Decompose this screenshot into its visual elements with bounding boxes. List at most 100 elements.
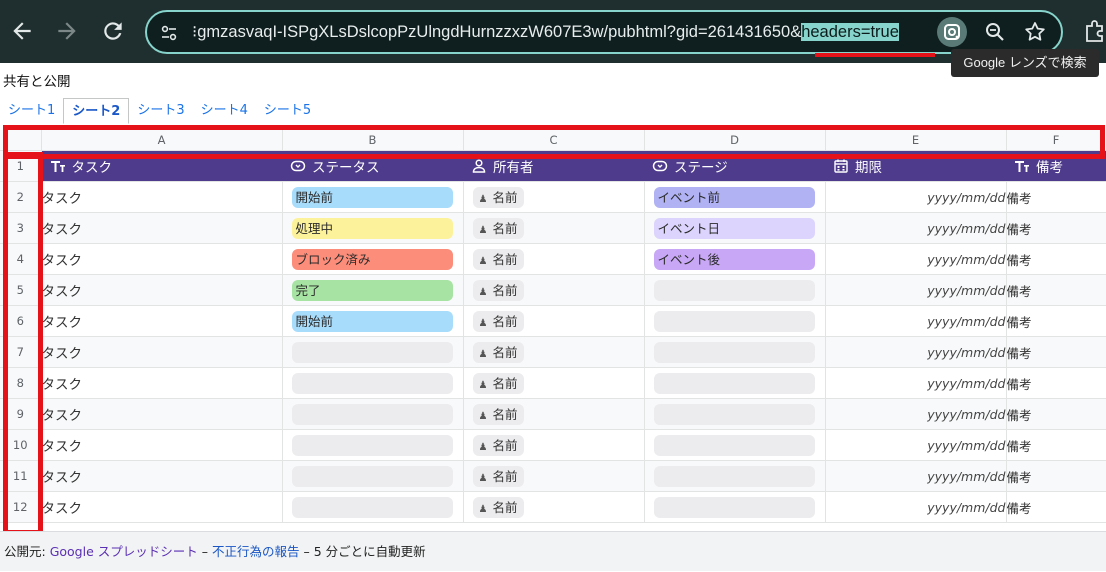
note-cell: 備考	[1006, 212, 1106, 244]
person-icon: ♟	[478, 379, 488, 391]
stage-chip-empty[interactable]	[653, 496, 815, 518]
note-cell: 備考	[1006, 367, 1106, 399]
deadline-cell: yyyy/mm/dd	[825, 491, 1007, 523]
owner-chip[interactable]: ♟ 名前	[472, 217, 525, 239]
owner-cell: ♟ 名前	[463, 212, 645, 244]
owner-chip[interactable]: ♟ 名前	[472, 310, 525, 332]
status-cell	[282, 460, 464, 492]
stage-cell	[644, 398, 826, 430]
status-chip-empty[interactable]	[291, 341, 453, 363]
bookmark-star-icon[interactable]	[1021, 18, 1049, 46]
status-cell	[282, 429, 464, 461]
tab-sheet-4[interactable]: シート4	[193, 98, 256, 124]
stage-chip-empty[interactable]	[653, 434, 815, 456]
note-cell: 備考	[1006, 274, 1106, 306]
person-icon: ♟	[478, 441, 488, 453]
note-cell: 備考	[1006, 336, 1106, 368]
status-chip[interactable]: 開始前	[291, 310, 453, 332]
task-cell: タスク	[41, 243, 283, 275]
owner-name: 名前	[492, 282, 518, 298]
stage-chip[interactable]: イベント前	[653, 186, 815, 208]
owner-chip[interactable]: ♟ 名前	[472, 434, 525, 456]
deadline-cell: yyyy/mm/dd	[825, 429, 1007, 461]
owner-chip[interactable]: ♟ 名前	[472, 341, 525, 363]
owner-chip[interactable]: ♟ 名前	[472, 465, 525, 487]
person-icon: ♟	[478, 348, 488, 360]
person-icon: ♟	[478, 224, 488, 236]
status-chip-empty[interactable]	[291, 372, 453, 394]
url-highlighted-param: headers=true	[801, 23, 899, 41]
table-row: 2 タスク 開始前 ♟ 名前 イベント前 yyyy/mm/dd 備考	[0, 181, 1106, 213]
status-cell	[282, 491, 464, 523]
owner-chip[interactable]: ♟ 名前	[472, 186, 525, 208]
text-type-icon	[50, 158, 66, 174]
url-prefix: ⁝gmzasvaqI-ISPgXLsDslcopPzUlngdHurnzzxzW…	[192, 23, 802, 41]
person-icon: ♟	[478, 255, 488, 267]
stage-chip[interactable]: イベント後	[653, 248, 815, 270]
header-label: 期限	[855, 160, 882, 176]
status-chip-empty[interactable]	[291, 403, 453, 425]
status-chip[interactable]: 開始前	[291, 186, 453, 208]
url-text[interactable]: ⁝gmzasvaqI-ISPgXLsDslcopPzUlngdHurnzzxzW…	[192, 12, 932, 52]
note-cell: 備考	[1006, 243, 1106, 275]
tab-sheet-2[interactable]: シート2	[63, 98, 130, 124]
owner-name: 名前	[492, 468, 518, 484]
stage-chip-empty[interactable]	[653, 403, 815, 425]
stage-chip-empty[interactable]	[653, 465, 815, 487]
owner-chip[interactable]: ♟ 名前	[472, 496, 525, 518]
stage-cell	[644, 274, 826, 306]
status-chip[interactable]: 完了	[291, 279, 453, 301]
stage-cell	[644, 305, 826, 337]
forward-arrow-icon[interactable]	[54, 18, 80, 44]
stage-chip[interactable]: イベント日	[653, 217, 815, 239]
status-chip[interactable]: ブロック済み	[291, 248, 453, 270]
document-title: 共有と公開	[3, 74, 71, 90]
address-bar[interactable]: ⁝gmzasvaqI-ISPgXLsDslcopPzUlngdHurnzzxzW…	[145, 10, 1063, 54]
status-chip-empty[interactable]	[291, 465, 453, 487]
dropdown-chip-icon	[652, 158, 668, 174]
note-cell: 備考	[1006, 398, 1106, 430]
owner-name: 名前	[492, 406, 518, 422]
text-type-icon	[1014, 158, 1030, 174]
note-cell: 備考	[1006, 491, 1106, 523]
note-cell: 備考	[1006, 460, 1106, 492]
google-lens-icon[interactable]	[937, 17, 967, 47]
status-cell: ブロック済み	[282, 243, 464, 275]
header-label: ステータス	[312, 160, 380, 176]
extensions-puzzle-icon[interactable]	[1083, 18, 1106, 44]
person-icon: ♟	[478, 286, 488, 298]
stage-chip-empty[interactable]	[653, 310, 815, 332]
table-row: 12 タスク ♟ 名前 yyyy/mm/dd 備考	[0, 491, 1106, 523]
task-cell: タスク	[41, 398, 283, 430]
status-cell	[282, 398, 464, 430]
tab-sheet-1[interactable]: シート1	[0, 98, 63, 124]
deadline-cell: yyyy/mm/dd	[825, 398, 1007, 430]
deadline-cell: yyyy/mm/dd	[825, 212, 1007, 244]
status-chip-empty[interactable]	[291, 496, 453, 518]
owner-chip[interactable]: ♟ 名前	[472, 372, 525, 394]
tab-sheet-3[interactable]: シート3	[129, 98, 192, 124]
stage-chip-empty[interactable]	[653, 341, 815, 363]
owner-chip[interactable]: ♟ 名前	[472, 279, 525, 301]
stage-chip-empty[interactable]	[653, 372, 815, 394]
status-cell: 処理中	[282, 212, 464, 244]
status-cell: 開始前	[282, 305, 464, 337]
back-arrow-icon[interactable]	[9, 18, 35, 44]
person-icon	[471, 158, 487, 174]
owner-chip[interactable]: ♟ 名前	[472, 248, 525, 270]
zoom-icon[interactable]	[981, 18, 1009, 46]
stage-chip-empty[interactable]	[653, 279, 815, 301]
header-label: タスク	[71, 160, 113, 176]
tab-sheet-5[interactable]: シート5	[256, 98, 319, 124]
footer-prefix: 公開元:	[4, 544, 46, 559]
google-sheets-link[interactable]: Google スプレッドシート	[50, 544, 198, 559]
status-chip-empty[interactable]	[291, 434, 453, 456]
owner-chip[interactable]: ♟ 名前	[472, 403, 525, 425]
task-cell: タスク	[41, 181, 283, 213]
person-icon: ♟	[478, 472, 488, 484]
reload-icon[interactable]	[100, 18, 126, 44]
owner-cell: ♟ 名前	[463, 491, 645, 523]
status-chip[interactable]: 処理中	[291, 217, 453, 239]
report-abuse-link[interactable]: 不正行為の報告	[212, 544, 300, 559]
site-info-icon[interactable]	[159, 23, 179, 43]
